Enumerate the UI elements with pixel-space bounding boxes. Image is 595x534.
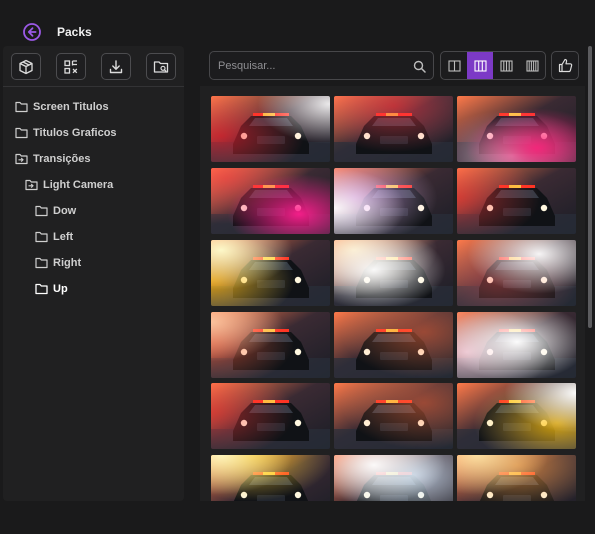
packs-cube-button[interactable]	[11, 53, 41, 80]
five-columns-icon	[525, 59, 539, 72]
thumbs-up-icon	[558, 58, 572, 73]
thumbnail-item[interactable]	[211, 383, 330, 449]
thumbnail-item[interactable]	[211, 96, 330, 162]
thumbnail-item[interactable]	[211, 168, 330, 234]
qr-scan-icon	[64, 59, 78, 74]
folder-icon	[15, 127, 28, 139]
cube-icon	[19, 59, 33, 74]
tree-item-right[interactable]: Right	[35, 253, 81, 273]
sidebar-toolbar	[3, 46, 184, 87]
police-car-preview-image	[334, 168, 453, 234]
police-car-preview-image	[457, 312, 576, 378]
folder-icon	[35, 257, 48, 269]
tree-item-up[interactable]: Up	[35, 279, 68, 299]
police-car-preview-image	[457, 383, 576, 449]
search-input[interactable]	[218, 58, 408, 74]
arrow-left-circle-icon	[23, 23, 41, 41]
thumbnail-item[interactable]	[457, 383, 576, 449]
thumbnail-grid	[200, 86, 585, 501]
police-car-preview-image	[334, 312, 453, 378]
police-car-preview-image	[211, 455, 330, 501]
folder-enter-icon	[25, 179, 38, 191]
three-columns-icon	[473, 59, 487, 72]
back-button[interactable]	[22, 22, 42, 42]
tree-item-label: Up	[53, 283, 68, 295]
sidebar: Screen Titulos Titulos Graficos Transiçõ…	[3, 46, 184, 501]
favorites-button[interactable]	[551, 51, 579, 80]
thumbnail-item[interactable]	[457, 312, 576, 378]
tree-item-label: Right	[53, 257, 82, 269]
tree-item-left[interactable]: Left	[35, 227, 73, 247]
search-folder-button[interactable]	[146, 53, 176, 80]
police-car-preview-image	[457, 455, 576, 501]
thumbnail-item[interactable]	[334, 455, 453, 501]
thumbnail-item[interactable]	[457, 96, 576, 162]
thumbnail-item[interactable]	[457, 455, 576, 501]
download-button[interactable]	[101, 53, 131, 80]
police-car-preview-image	[211, 312, 330, 378]
tree-item-label: Left	[53, 231, 74, 243]
view-5-columns-button[interactable]	[519, 52, 545, 79]
police-car-preview-image	[211, 240, 330, 306]
police-car-preview-image	[457, 240, 576, 306]
thumbnail-item[interactable]	[334, 240, 453, 306]
police-car-preview-image	[211, 168, 330, 234]
police-car-preview-image	[334, 383, 453, 449]
thumbnail-item[interactable]	[334, 383, 453, 449]
thumbnail-item[interactable]	[211, 240, 330, 306]
tree-item-titulos-graficos[interactable]: Titulos Graficos	[15, 123, 117, 143]
tree-item-screen-titulos[interactable]: Screen Titulos	[15, 97, 109, 117]
tree-item-light-camera[interactable]: Light Camera	[25, 175, 113, 195]
folder-enter-icon	[15, 153, 28, 165]
thumbnail-item[interactable]	[334, 312, 453, 378]
tree-item-label: Transições	[33, 153, 91, 165]
tree-item-label: Light Camera	[43, 179, 114, 191]
view-3-columns-button[interactable]	[467, 52, 493, 79]
thumbnail-item[interactable]	[457, 240, 576, 306]
tree-item-label: Titulos Graficos	[33, 127, 117, 139]
tree-item-transicoes[interactable]: Transições	[15, 149, 90, 169]
police-car-preview-image	[334, 455, 453, 501]
thumbnail-item[interactable]	[334, 168, 453, 234]
police-car-preview-image	[457, 96, 576, 162]
header: Packs	[0, 0, 595, 46]
police-car-preview-image	[211, 96, 330, 162]
view-mode-group	[440, 51, 546, 80]
thumbnail-item[interactable]	[334, 96, 453, 162]
police-car-preview-image	[334, 96, 453, 162]
view-4-columns-button[interactable]	[493, 52, 519, 79]
scrollbar-thumb[interactable]	[588, 46, 592, 328]
scrollbar[interactable]	[587, 44, 593, 501]
two-columns-icon	[447, 59, 461, 72]
scan-qr-button[interactable]	[56, 53, 86, 80]
search-box	[209, 51, 434, 80]
folder-icon	[35, 205, 48, 217]
tree-item-label: Dow	[53, 205, 77, 217]
folder-icon	[35, 283, 48, 295]
thumbnail-item[interactable]	[211, 455, 330, 501]
tree-item-dow[interactable]: Dow	[35, 201, 76, 221]
view-2-columns-button[interactable]	[441, 52, 467, 79]
tree-item-label: Screen Titulos	[33, 101, 109, 113]
download-icon	[109, 59, 123, 73]
four-columns-icon	[499, 59, 513, 72]
page-title: Packs	[57, 25, 92, 39]
search-icon[interactable]	[413, 60, 426, 73]
folder-icon	[15, 101, 28, 113]
police-car-preview-image	[457, 168, 576, 234]
folder-search-icon	[153, 60, 169, 73]
thumbnail-item[interactable]	[211, 312, 330, 378]
police-car-preview-image	[334, 240, 453, 306]
police-car-preview-image	[211, 383, 330, 449]
folder-icon	[35, 231, 48, 243]
thumbnail-item[interactable]	[457, 168, 576, 234]
